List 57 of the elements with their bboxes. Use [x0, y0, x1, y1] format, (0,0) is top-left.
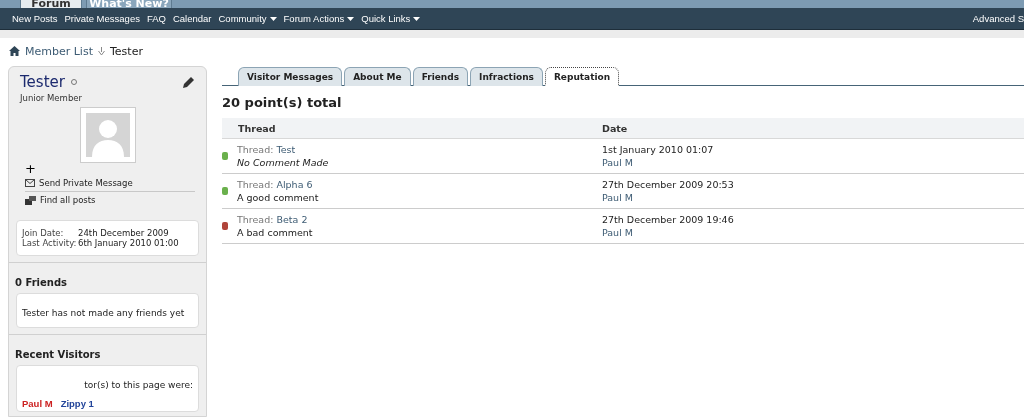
username: Tester: [20, 73, 65, 91]
thread-label: Thread:: [237, 144, 274, 155]
nav-link[interactable]: Advanced S: [972, 13, 1024, 24]
thread-link[interactable]: Alpha 6: [276, 179, 313, 190]
profile-tab[interactable]: About Me: [344, 67, 411, 86]
nav-link[interactable]: Community: [218, 13, 277, 24]
envelope-icon: [25, 179, 35, 187]
stat-label: Join Date:: [22, 228, 65, 238]
thread-label: Thread:: [237, 179, 274, 190]
reputation-comment: A bad comment: [237, 227, 313, 238]
home-icon[interactable]: [9, 46, 20, 56]
breadcrumb-link[interactable]: Member List: [25, 44, 93, 58]
thread-label: Thread:: [237, 214, 274, 225]
profile-action-link[interactable]: Send Private Message: [25, 175, 195, 192]
nav-link[interactable]: Forum Actions: [283, 13, 355, 24]
nav-link[interactable]: Private Messages: [64, 13, 140, 24]
section-title: 0 Friends: [15, 277, 67, 288]
reputation-total: 20 point(s) total: [222, 94, 343, 112]
nav-link[interactable]: Calendar: [172, 13, 212, 24]
posts-icon: [25, 195, 36, 205]
user-link[interactable]: Paul M: [602, 226, 734, 239]
nav-link[interactable]: New Posts: [12, 13, 58, 24]
stat-value: 6th January 2010 01:00: [78, 238, 180, 248]
nav-link[interactable]: FAQ: [146, 13, 166, 24]
reputation-date: 27th December 2009 19:46: [602, 213, 734, 226]
stat-label: Last Activity:: [22, 238, 78, 248]
thread-link[interactable]: Test: [276, 144, 296, 155]
user-link[interactable]: Paul M: [602, 191, 734, 204]
user-link[interactable]: Paul M: [602, 156, 714, 169]
breadcrumb-current: Tester: [110, 44, 143, 58]
friends-message: Tester has not made any friends yet: [22, 308, 185, 318]
avatar-silhouette: [85, 113, 130, 157]
profile-tab[interactable]: Friends: [412, 67, 469, 86]
visitor-link[interactable]: Zippy 1: [60, 398, 94, 409]
reputation-comment: A good comment: [237, 192, 319, 203]
profile-tab[interactable]: Reputation: [544, 67, 620, 86]
profile-tab[interactable]: Visitor Messages: [238, 67, 343, 86]
caret-icon: [413, 16, 421, 21]
reputation-date: 27th December 2009 20:53: [602, 178, 734, 191]
column-header: Thread: [222, 118, 602, 139]
thread-link[interactable]: Beta 2: [276, 214, 308, 225]
nav-link[interactable]: Quick Links: [361, 13, 421, 24]
reputation-comment: No Comment Made: [237, 157, 329, 168]
column-header: Date: [602, 118, 1024, 139]
profile-tab[interactable]: Infractions: [470, 67, 543, 86]
stat-value: 24th December 2009: [78, 228, 170, 238]
section-title: Recent Visitors: [15, 349, 101, 360]
caret-icon: [269, 16, 277, 21]
pencil-icon[interactable]: [182, 75, 195, 89]
user-rank: Junior Member: [20, 93, 82, 103]
caret-icon: [347, 16, 355, 21]
add-button[interactable]: +: [15, 163, 46, 175]
reputation-date: 1st January 2010 01:07: [602, 143, 714, 156]
profile-action-link[interactable]: Find all posts: [15, 192, 200, 208]
arrow-icon: [98, 46, 105, 56]
visitors-message: tor(s) to this page were:: [84, 380, 193, 390]
visitor-link[interactable]: Paul M: [22, 398, 53, 409]
